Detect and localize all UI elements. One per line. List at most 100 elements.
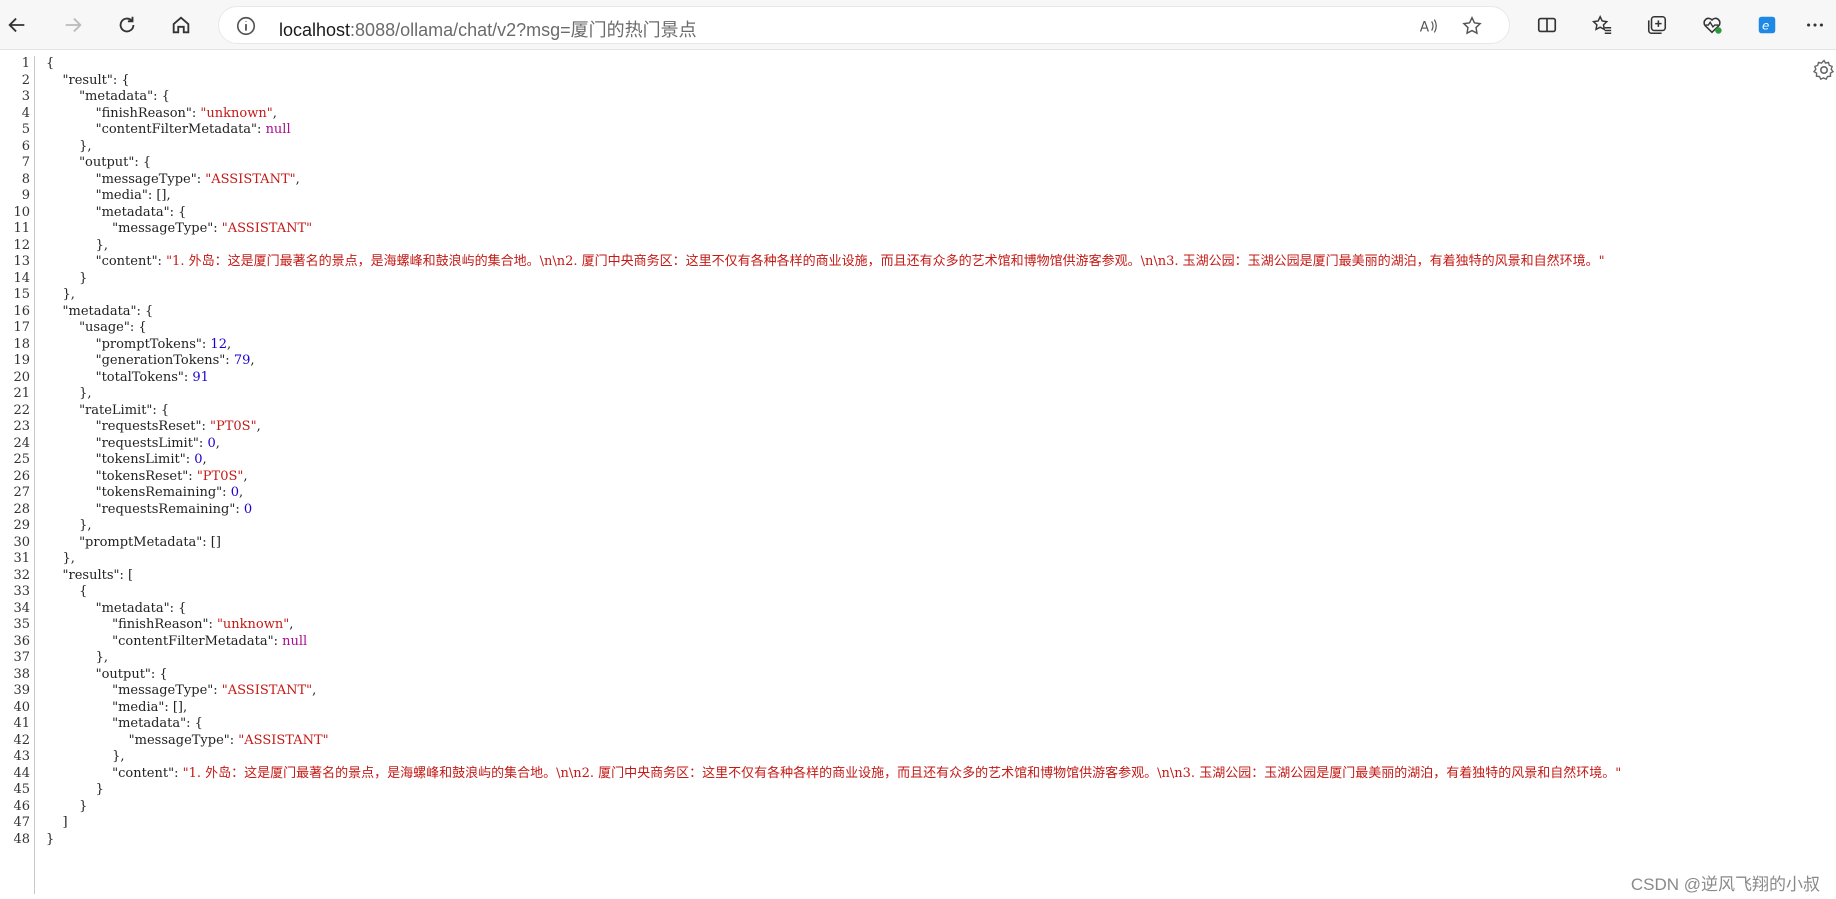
refresh-button[interactable] (110, 8, 144, 42)
json-string-value: "1. 外岛：这是厦门最著名的景点，是海螺峰和鼓浪屿的集合地。\n\n2. 厦门… (166, 254, 1605, 269)
browser-toolbar: localhost:8088/ollama/chat/v2?msg=厦门的热门景… (0, 0, 1836, 50)
json-key: "media" (112, 699, 165, 715)
line-number: 39 (13, 683, 30, 698)
code-line: "requestsReset": "PT0S", (95, 419, 261, 434)
code-line: "content": "1. 外岛：这是厦门最著名的景点，是海螺峰和鼓浪屿的集合… (112, 765, 1622, 781)
line-number: 19 (13, 353, 30, 368)
code-line: "totalTokens": 91 (95, 369, 209, 385)
json-key: "requestsReset" (95, 419, 202, 434)
code-line: "tokensLimit": 0, (95, 452, 207, 467)
home-icon (172, 16, 190, 34)
json-string-value: "unknown" (200, 105, 273, 121)
code-line: }, (79, 386, 92, 401)
address-bar[interactable]: localhost:8088/ollama/chat/v2?msg=厦门的热门景… (218, 6, 1510, 44)
watermark: CSDN @逆风飞翔的小叔 (1630, 875, 1820, 894)
browser-essentials-button[interactable] (1695, 8, 1729, 42)
json-key: "content" (112, 765, 175, 781)
line-number: 21 (13, 386, 30, 401)
json-key: "metadata" (62, 303, 137, 319)
line-number: 22 (13, 402, 30, 418)
json-number-value: 0 (194, 452, 203, 467)
code-line: "requestsRemaining": 0 (95, 501, 253, 517)
gear-icon[interactable] (1812, 58, 1836, 82)
line-number: 8 (21, 171, 30, 187)
code-line: "usage": { (79, 320, 147, 335)
code-line: ] (62, 815, 68, 830)
json-key: "metadata" (112, 716, 187, 731)
code-line: "metadata": { (95, 204, 187, 220)
forward-button[interactable] (56, 8, 90, 42)
favorite-star-icon[interactable] (1461, 15, 1483, 37)
code-line: "messageType": "ASSISTANT", (95, 171, 300, 187)
line-number: 7 (21, 155, 30, 170)
health-icon (1703, 17, 1722, 34)
refresh-icon (119, 16, 135, 33)
json-key: "output" (95, 666, 151, 682)
code-line: "generationTokens": 79, (95, 353, 255, 368)
json-key: "results" (62, 567, 120, 583)
read-aloud-icon[interactable]: A (1417, 15, 1439, 37)
line-number: 10 (13, 204, 30, 220)
json-number-value: 0 (243, 501, 253, 517)
back-button[interactable] (0, 8, 34, 42)
code-line: "tokensReset": "PT0S", (95, 468, 248, 484)
line-number: 23 (13, 419, 30, 434)
url-host: localhost (279, 20, 351, 40)
favorites-button[interactable] (1585, 8, 1619, 42)
line-number: 15 (13, 287, 30, 302)
line-number: 41 (13, 716, 30, 731)
code-line: "finishReason": "unknown", (112, 617, 294, 632)
json-key: "messageType" (95, 171, 197, 187)
home-button[interactable] (164, 8, 198, 42)
line-number: 11 (13, 221, 30, 236)
more-button[interactable] (1798, 8, 1832, 42)
url-text[interactable]: localhost:8088/ollama/chat/v2?msg=厦门的热门景… (279, 16, 697, 42)
line-number: 3 (21, 89, 30, 104)
code-line: }, (79, 138, 92, 154)
line-number: 37 (13, 650, 30, 665)
json-number-value: 12 (210, 336, 227, 352)
json-key: "metadata" (95, 204, 170, 220)
code-line: "promptMetadata": [] (79, 534, 221, 550)
json-string-value: "ASSISTANT" (221, 683, 313, 698)
code-line: "media": [], (95, 188, 171, 203)
line-number: 38 (13, 666, 30, 682)
line-number: 30 (13, 534, 30, 550)
split-screen-button[interactable] (1530, 8, 1564, 42)
code-line: "rateLimit": { (79, 402, 170, 418)
json-key: "promptMetadata" (79, 534, 203, 550)
code-line: "contentFilterMetadata": null (112, 633, 308, 649)
info-icon[interactable] (235, 15, 257, 37)
split-screen-icon (1537, 17, 1557, 33)
code-line: "metadata": { (95, 600, 187, 616)
code-line: "requestsLimit": 0, (95, 435, 220, 451)
more-icon (1807, 23, 1823, 27)
json-number-value: 0 (207, 435, 216, 451)
json-key: "promptTokens" (95, 336, 202, 352)
json-key: "messageType" (128, 732, 230, 748)
code-line: "media": [], (112, 699, 188, 715)
collections-button[interactable] (1640, 8, 1674, 42)
line-number: 25 (13, 452, 30, 467)
line-number: 28 (13, 501, 30, 517)
line-number: 40 (13, 699, 30, 715)
line-number: 13 (13, 254, 30, 269)
line-number: 9 (21, 188, 30, 203)
code-line: } (46, 831, 55, 847)
line-number: 20 (13, 369, 30, 385)
line-number: 6 (21, 138, 30, 154)
line-number: 16 (13, 303, 30, 319)
edge-extension-button[interactable]: e (1750, 8, 1784, 42)
json-string-value: "1. 外岛：这是厦门最著名的景点，是海螺峰和鼓浪屿的集合地。\n\n2. 厦门… (182, 765, 1622, 781)
forward-icon (65, 17, 82, 33)
json-null-value: null (282, 633, 308, 649)
code-line: } (95, 782, 104, 797)
code-line: "output": { (79, 155, 152, 170)
json-code[interactable]: { "result": { "metadata": { "finishReaso… (46, 56, 1832, 848)
line-number: 27 (13, 485, 30, 500)
line-number: 5 (21, 122, 30, 137)
code-line: }, (95, 237, 108, 253)
line-number: 12 (13, 237, 30, 253)
json-string-value: "PT0S" (196, 468, 244, 484)
code-line: } (79, 270, 88, 286)
